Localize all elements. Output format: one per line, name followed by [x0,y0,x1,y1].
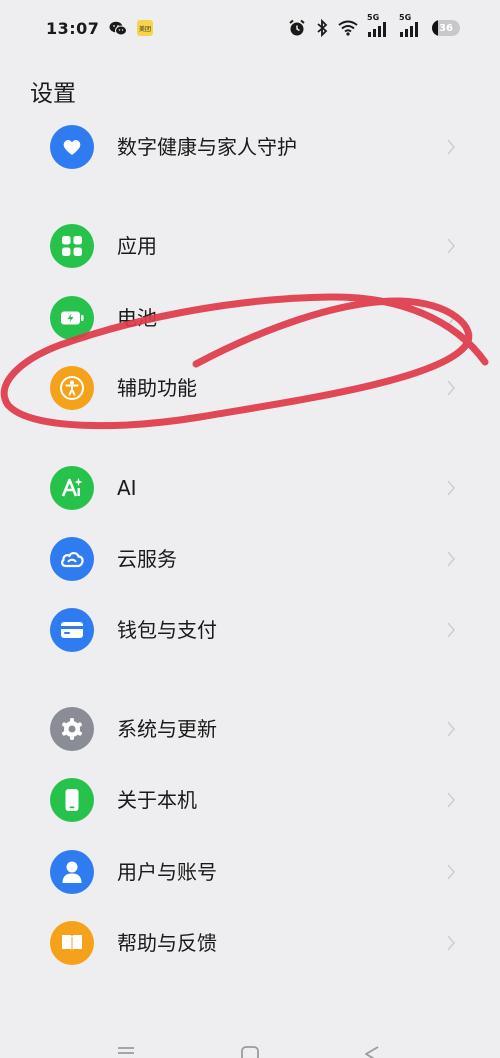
accessibility-icon [50,366,94,410]
chevron-right-icon [447,935,456,951]
back-icon[interactable] [362,1046,382,1058]
settings-item-cloud[interactable]: 云服务 [0,528,500,590]
apps-grid-icon [50,224,94,268]
battery-level: 36 [439,22,453,34]
wifi-icon [338,20,358,36]
chevron-right-icon [447,238,456,254]
settings-item-label: 数字健康与家人守护 [117,135,297,159]
network-label-1: 5G [367,13,380,22]
home-icon[interactable] [240,1046,260,1058]
navigation-bar [0,1040,500,1058]
settings-item-help-feedback[interactable]: 帮助与反馈 [0,912,500,974]
settings-item-ai[interactable]: AI [0,457,500,519]
chevron-right-icon [447,792,456,808]
status-right: 5G 5G 36 [288,13,460,37]
settings-item-label: 云服务 [117,547,177,571]
chevron-right-icon [447,310,456,326]
settings-item-label: 帮助与反馈 [117,931,217,955]
battery-icon: 36 [432,20,460,36]
settings-item-label: 关于本机 [117,788,197,812]
settings-item-system-update[interactable]: 系统与更新 [0,698,500,760]
settings-item-accessibility[interactable]: 辅助功能 [0,357,500,419]
battery-charging-icon [50,296,94,340]
settings-item-digital-wellbeing[interactable]: 数字健康与家人守护 [0,116,500,178]
signal-5g-icon: 5G [367,13,390,37]
chevron-right-icon [447,139,456,155]
settings-item-label: 系统与更新 [117,717,217,741]
menu-icon[interactable] [116,1046,136,1058]
ai-sparkle-icon [50,466,94,510]
heart-shield-icon [50,125,94,169]
user-icon [50,850,94,894]
settings-item-wallet[interactable]: 钱包与支付 [0,599,500,661]
settings-item-label: 应用 [117,234,157,258]
chevron-right-icon [447,864,456,880]
bluetooth-icon [316,19,328,37]
chevron-right-icon [447,480,456,496]
phone-icon [50,778,94,822]
chevron-right-icon [447,622,456,638]
chevron-right-icon [447,721,456,737]
network-label-2: 5G [399,13,412,22]
wechat-icon [109,21,128,36]
signal-5g-icon: 5G [399,13,422,37]
settings-item-label: 钱包与支付 [117,618,217,642]
chevron-right-icon [447,551,456,567]
wallet-card-icon [50,608,94,652]
settings-item-users-accounts[interactable]: 用户与账号 [0,841,500,903]
chevron-right-icon [447,380,456,396]
status-time: 13:07 [46,18,100,38]
meituan-text: 美团 [139,25,151,33]
settings-item-about-phone[interactable]: 关于本机 [0,769,500,831]
settings-item-label: 用户与账号 [117,860,217,884]
help-book-icon [50,921,94,965]
cloud-icon [50,537,94,581]
settings-item-apps[interactable]: 应用 [0,215,500,277]
gear-icon [50,707,94,751]
status-bar: 13:07 美团 5G 5G 36 [0,0,500,56]
settings-item-label: 辅助功能 [117,376,197,400]
alarm-icon [288,19,306,37]
settings-item-battery[interactable]: 电池 [0,287,500,349]
settings-item-label: AI [117,476,137,500]
status-left: 13:07 美团 [46,18,154,38]
page-title: 设置 [30,81,76,107]
settings-item-label: 电池 [117,306,157,330]
meituan-icon: 美团 [137,20,154,36]
